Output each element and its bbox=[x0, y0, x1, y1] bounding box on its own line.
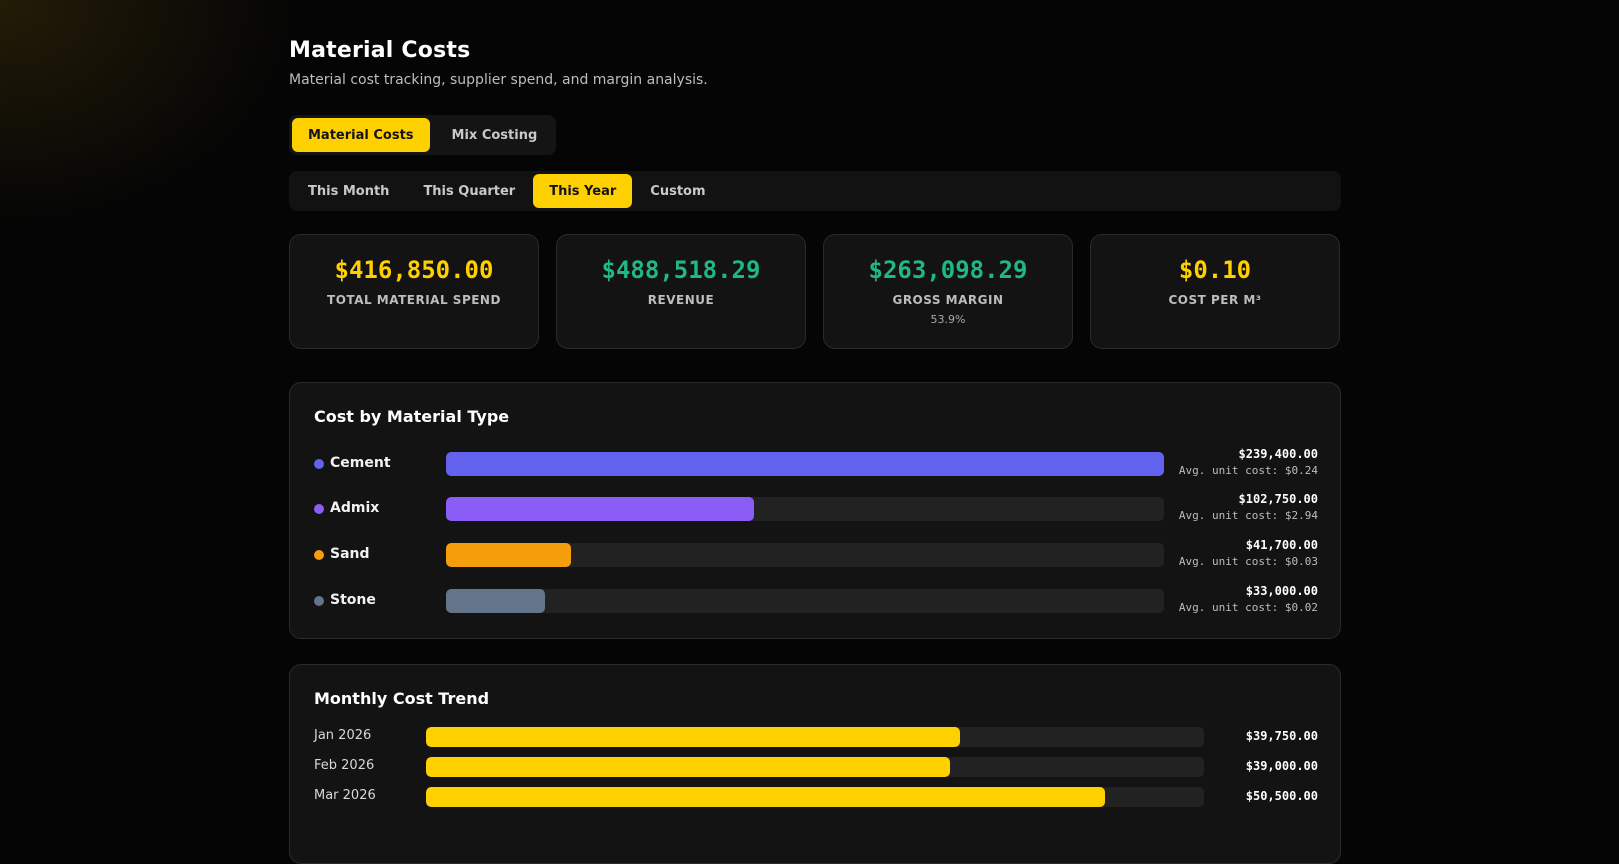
kpi-label: Revenue bbox=[647, 293, 715, 307]
material-name: Cement bbox=[330, 455, 391, 471]
material-avg-unit-cost: Avg. unit cost: $2.94 bbox=[1178, 509, 1318, 522]
material-row: Admix $102,750.00 Avg. unit cost: $2.94 bbox=[314, 492, 1318, 526]
range-custom[interactable]: Custom bbox=[634, 174, 721, 208]
kpi-card-gross-margin: $263,098.29 Gross Margin 53.9% bbox=[823, 234, 1073, 349]
material-amount: $41,700.00 bbox=[1245, 538, 1318, 552]
trend-bar-track bbox=[426, 787, 1204, 807]
page-title: Material Costs bbox=[289, 38, 471, 63]
kpi-label: Cost per m³ bbox=[1168, 293, 1262, 307]
material-bar bbox=[446, 543, 572, 567]
trend-bar bbox=[426, 727, 961, 747]
trend-row: Feb 2026 $39,000.00 bbox=[314, 756, 1318, 778]
material-bar bbox=[446, 452, 1164, 476]
trend-amount: $39,750.00 bbox=[1245, 729, 1318, 743]
trend-month: Jan 2026 bbox=[314, 728, 372, 743]
trend-amount: $39,000.00 bbox=[1245, 759, 1318, 773]
range-this-month[interactable]: This Month bbox=[292, 174, 405, 208]
kpi-value: $263,098.29 bbox=[868, 256, 1028, 284]
material-name: Sand bbox=[330, 546, 370, 562]
material-name: Stone bbox=[330, 592, 376, 608]
kpi-label: Gross Margin bbox=[892, 293, 1004, 307]
material-name: Admix bbox=[330, 500, 380, 516]
kpi-card-total-material-spend: $416,850.00 Total Material Spend bbox=[289, 234, 539, 349]
material-bar bbox=[446, 497, 755, 521]
range-this-year[interactable]: This Year bbox=[533, 174, 633, 208]
kpi-card-revenue: $488,518.29 Revenue bbox=[556, 234, 806, 349]
kpi-value: $488,518.29 bbox=[601, 256, 761, 284]
kpi-cards: $416,850.00 Total Material Spend $488,51… bbox=[289, 234, 1341, 349]
kpi-margin-percent: 53.9% bbox=[930, 313, 966, 326]
material-amount: $33,000.00 bbox=[1245, 584, 1318, 598]
trend-month: Mar 2026 bbox=[314, 788, 376, 803]
cost-by-material-title: Cost by Material Type bbox=[314, 407, 510, 426]
material-bar-track bbox=[446, 589, 1164, 613]
trend-amount: $50,500.00 bbox=[1245, 789, 1318, 803]
kpi-label: Total Material Spend bbox=[327, 293, 501, 307]
kpi-value: $0.10 bbox=[1178, 256, 1252, 284]
kpi-value: $416,850.00 bbox=[334, 256, 494, 284]
material-color-dot bbox=[314, 550, 324, 560]
main-tabs: Material Costs Mix Costing bbox=[289, 115, 557, 155]
trend-bar-track bbox=[426, 727, 1204, 747]
cost-by-material-card: Cost by Material Type Cement $239,400.00 A… bbox=[289, 382, 1341, 639]
trend-row: Mar 2026 $50,500.00 bbox=[314, 786, 1318, 808]
page-subtitle: Material cost tracking, supplier spend, … bbox=[289, 72, 708, 88]
trend-bar bbox=[426, 757, 951, 777]
trend-month: Feb 2026 bbox=[314, 758, 375, 773]
trend-row: Jan 2026 $39,750.00 bbox=[314, 726, 1318, 748]
monthly-trend-title: Monthly Cost Trend bbox=[314, 689, 490, 708]
material-bar-track bbox=[446, 543, 1164, 567]
material-avg-unit-cost: Avg. unit cost: $0.02 bbox=[1178, 601, 1318, 614]
material-row: Sand $41,700.00 Avg. unit cost: $0.03 bbox=[314, 538, 1318, 572]
tab-material-costs[interactable]: Material Costs bbox=[292, 118, 430, 152]
material-avg-unit-cost: Avg. unit cost: $0.03 bbox=[1178, 555, 1318, 568]
material-bar bbox=[446, 589, 545, 613]
material-color-dot bbox=[314, 504, 324, 514]
material-bar-track bbox=[446, 452, 1164, 476]
monthly-cost-trend-card: Monthly Cost Trend Jan 2026 $39,750.00 Feb… bbox=[289, 664, 1341, 864]
material-color-dot bbox=[314, 459, 324, 469]
material-amount: $102,750.00 bbox=[1238, 492, 1318, 506]
material-bar-track bbox=[446, 497, 1164, 521]
trend-bar-track bbox=[426, 757, 1204, 777]
material-row: Stone $33,000.00 Avg. unit cost: $0.02 bbox=[314, 584, 1318, 618]
date-range-tabs: This Month This Quarter This Year Custom bbox=[289, 171, 1341, 211]
material-row: Cement $239,400.00 Avg. unit cost: $0.24 bbox=[314, 447, 1318, 481]
material-amount: $239,400.00 bbox=[1238, 447, 1318, 461]
material-color-dot bbox=[314, 596, 324, 606]
tab-mix-costing[interactable]: Mix Costing bbox=[436, 118, 554, 152]
trend-bar bbox=[426, 787, 1105, 807]
material-avg-unit-cost: Avg. unit cost: $0.24 bbox=[1178, 464, 1318, 477]
kpi-card-cost-per-m3: $0.10 Cost per m³ bbox=[1090, 234, 1340, 349]
range-this-quarter[interactable]: This Quarter bbox=[407, 174, 531, 208]
